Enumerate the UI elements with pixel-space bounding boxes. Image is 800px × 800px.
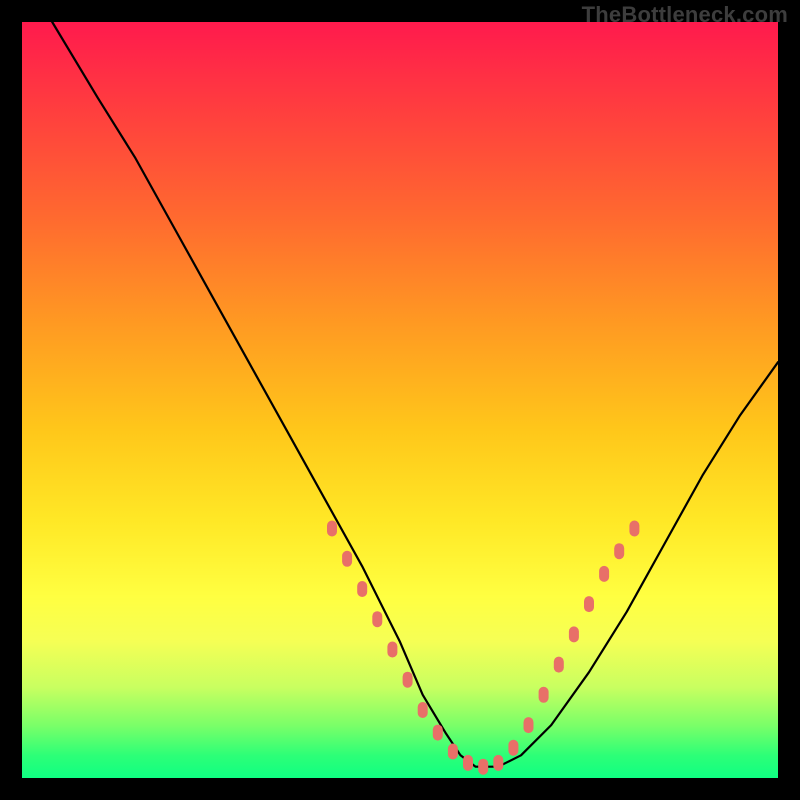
data-point [478, 759, 488, 775]
chart-area [22, 22, 778, 778]
data-point [584, 596, 594, 612]
data-point [569, 626, 579, 642]
data-point [342, 551, 352, 567]
data-point [463, 755, 473, 771]
data-point [554, 657, 564, 673]
data-point [433, 725, 443, 741]
data-point [327, 521, 337, 537]
bottleneck-curve [52, 22, 778, 767]
data-point [614, 543, 624, 559]
plot-svg [22, 22, 778, 778]
data-point [599, 566, 609, 582]
data-point [524, 717, 534, 733]
watermark-text: TheBottleneck.com [582, 2, 788, 28]
data-point [403, 672, 413, 688]
data-point [357, 581, 367, 597]
data-point [508, 740, 518, 756]
data-point [629, 521, 639, 537]
data-point [448, 744, 458, 760]
data-point [418, 702, 428, 718]
data-point [372, 611, 382, 627]
data-point [387, 642, 397, 658]
data-point [539, 687, 549, 703]
data-points [327, 521, 639, 775]
data-point [493, 755, 503, 771]
